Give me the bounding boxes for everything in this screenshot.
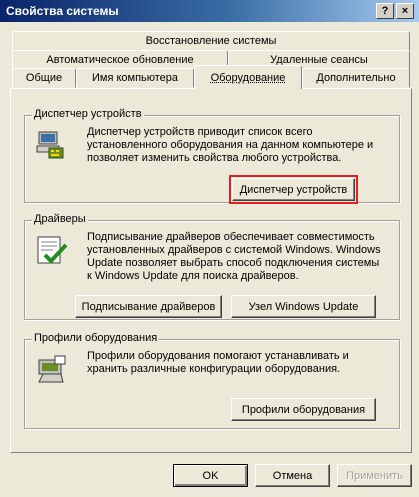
- tab-label: Имя компьютера: [91, 72, 179, 84]
- drivers-legend: Драйверы: [32, 213, 88, 225]
- device-manager-icon: [36, 131, 64, 159]
- cancel-button[interactable]: Отмена: [255, 464, 330, 487]
- tab-general[interactable]: Общие: [12, 68, 76, 88]
- tab-system-restore[interactable]: Восстановление системы: [12, 31, 410, 51]
- device-manager-button[interactable]: Диспетчер устройств: [229, 175, 358, 204]
- tab-label: Дополнительно: [316, 72, 396, 84]
- tab-advanced[interactable]: Дополнительно: [302, 68, 410, 88]
- tab-computer-name[interactable]: Имя компьютера: [76, 68, 194, 88]
- device-manager-legend: Диспетчер устройств: [32, 108, 144, 120]
- tab-panel-hardware: Диспетчер устройств Диспетчер устройств …: [10, 88, 412, 453]
- window-title: Свойства системы: [6, 4, 119, 18]
- driver-signing-icon: [37, 236, 68, 264]
- device-manager-description: Диспетчер устройств приводит список всег…: [87, 126, 374, 164]
- tab-label: Автоматическое обновление: [46, 54, 194, 66]
- tab-label: Оборудование: [210, 71, 286, 84]
- drivers-group: Драйверы Подписывание драйверов обеспечи…: [24, 213, 400, 320]
- hardware-profiles-group: Профили оборудования Профили оборудовани…: [24, 332, 400, 429]
- drivers-description: Подписывание драйверов обеспечивает совм…: [87, 231, 381, 282]
- tab-label: Общие: [25, 72, 63, 84]
- hardware-profiles-legend: Профили оборудования: [32, 332, 160, 344]
- tab-label: Восстановление системы: [145, 35, 277, 47]
- hardware-profiles-icon: [38, 355, 66, 383]
- title-bar: Свойства системы ? ×: [0, 0, 419, 22]
- ok-button[interactable]: OK: [173, 464, 248, 487]
- hardware-profiles-description: Профили оборудования помогают устанавлив…: [87, 350, 349, 375]
- driver-signing-button[interactable]: Подписывание драйверов: [75, 295, 222, 318]
- help-button[interactable]: ?: [376, 3, 394, 19]
- hardware-profiles-button[interactable]: Профили оборудования: [231, 398, 376, 421]
- device-manager-group: Диспетчер устройств Диспетчер устройств …: [24, 108, 400, 204]
- tab-hardware[interactable]: Оборудование: [194, 65, 302, 89]
- apply-button[interactable]: Применить: [337, 464, 412, 487]
- close-button[interactable]: ×: [396, 3, 414, 19]
- windows-update-button[interactable]: Узел Windows Update: [231, 295, 376, 318]
